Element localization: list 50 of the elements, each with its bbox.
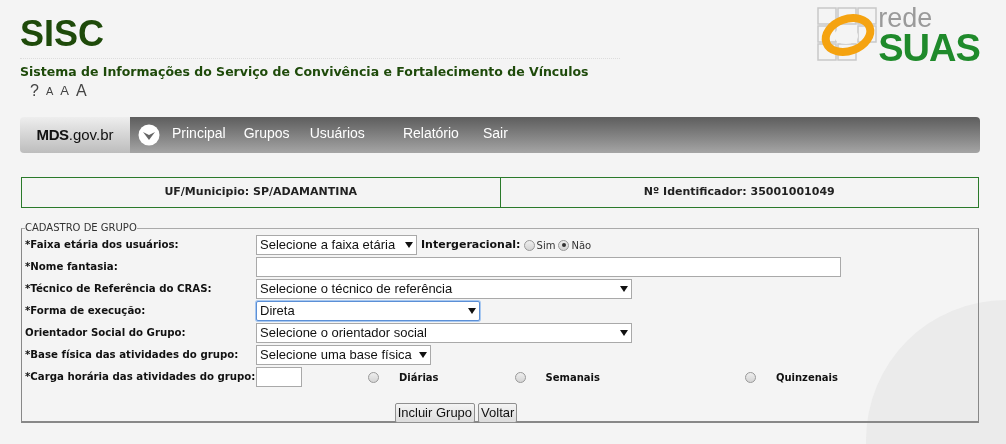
field-label: *Base física das atividades do grupo:	[25, 348, 240, 363]
radio-button[interactable]	[523, 239, 535, 251]
nav-link[interactable]: Usuários	[309, 122, 365, 144]
nav-link[interactable]: Grupos	[243, 122, 290, 144]
font-size-link[interactable]: A	[75, 82, 87, 100]
field-label: *Forma de execução:	[25, 304, 147, 319]
radio-label: Sim	[536, 238, 556, 253]
dropdown[interactable]: Selecione a faixa etária	[256, 235, 417, 255]
site-brand[interactable]: MDS.gov.br	[20, 117, 130, 153]
caret-icon	[405, 242, 413, 248]
caret-icon	[419, 352, 427, 358]
form-legend: CADASTRO DE GRUPO	[25, 222, 137, 234]
nav-link[interactable]: Sair	[482, 122, 508, 144]
radio-label: Quinzenais	[775, 370, 838, 385]
caret-icon	[468, 308, 476, 314]
field-label: Orientador Social do Grupo:	[25, 326, 187, 341]
radio-label: Não	[571, 238, 592, 253]
radio-button[interactable]	[368, 371, 379, 383]
nav-link[interactable]: Relatório	[402, 122, 459, 144]
radio-label: Semanais	[545, 370, 600, 385]
field-label: *Carga horária das atividades do grupo:	[25, 370, 256, 385]
radio-button[interactable]	[558, 239, 570, 251]
dropdown[interactable]: Selecione o orientador social	[256, 323, 632, 343]
dropdown[interactable]: Selecione uma base física	[256, 345, 431, 365]
radio-button[interactable]	[514, 371, 526, 383]
logo-text: SUAS	[878, 30, 980, 66]
form-button[interactable]: Voltar	[478, 403, 518, 423]
text-field[interactable]	[256, 257, 841, 277]
font-size-link[interactable]: A	[60, 82, 69, 100]
text-field[interactable]	[256, 367, 302, 387]
dropdown[interactable]: Direta	[256, 301, 480, 321]
help-link[interactable]: ?	[30, 82, 39, 100]
nav-link[interactable]: Principal	[172, 122, 226, 144]
field-label: Intergeracional:	[421, 236, 521, 253]
field-label: *Nome fantasia:	[25, 260, 119, 275]
chevron-down-icon[interactable]	[138, 124, 160, 146]
caret-icon	[620, 286, 628, 292]
app-title: SISC	[20, 12, 106, 56]
logo-text: rede	[878, 6, 934, 30]
radio-button[interactable]	[744, 371, 756, 383]
info-cell: Nº Identificador: 35001001049	[499, 178, 978, 207]
caret-icon	[620, 330, 628, 336]
field-label: *Faixa etária dos usuários:	[25, 238, 180, 253]
field-label: *Técnico de Referência do CRAS:	[25, 282, 213, 297]
radio-label: Diárias	[399, 370, 439, 385]
app-subtitle: Sistema de Informações do Serviço de Convivência e Fortalecimento de Vínculos	[20, 64, 590, 80]
info-cell-text: UF/Municipio: SP/ADAMANTINA	[163, 184, 359, 201]
form-button[interactable]: Incluir Grupo	[394, 403, 476, 423]
dropdown[interactable]: Selecione o técnico de referência	[256, 279, 632, 299]
font-size-link[interactable]: A	[45, 82, 54, 100]
